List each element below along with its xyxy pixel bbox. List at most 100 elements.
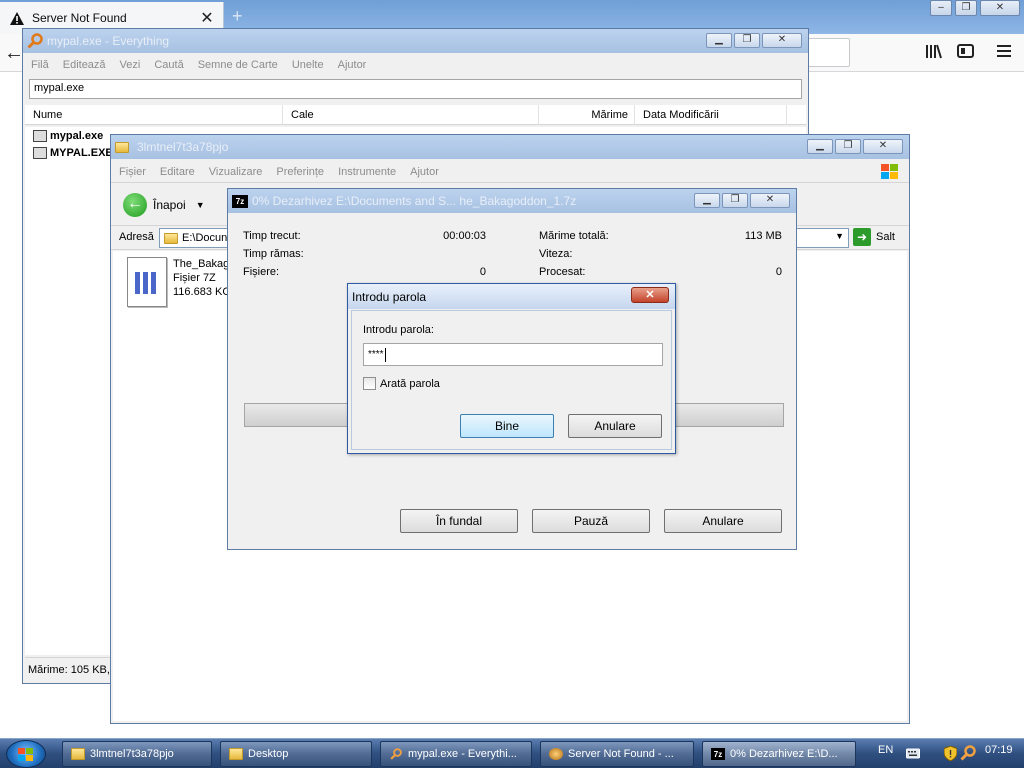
menu-icon[interactable] (997, 44, 1011, 61)
taskbar-item-everything[interactable]: mypal.exe - Everythi... (380, 741, 532, 767)
menu-file[interactable]: Filă (31, 59, 49, 71)
taskbar-item-label: 3lmtnel7t3a78pjo (90, 748, 174, 760)
column-date[interactable]: Data Modificării (635, 105, 787, 125)
browser-maximize-button[interactable]: ❐ (955, 0, 977, 16)
close-button[interactable]: ✕ (631, 287, 669, 303)
taskbar-item-label: mypal.exe - Everythi... (408, 748, 517, 760)
windows-logo-icon (18, 748, 33, 761)
go-button[interactable]: ➜ Salt (853, 228, 895, 246)
browser-tab-title: Server Not Found (32, 11, 127, 25)
explorer-titlebar[interactable]: 3lmtnel7t3a78pjo (111, 135, 909, 159)
cancel-button[interactable]: Anulare (568, 414, 662, 438)
explorer-title: 3lmtnel7t3a78pjo (137, 140, 229, 154)
address-value: E:\Docun (182, 232, 228, 244)
close-tab-icon[interactable]: ✕ (197, 8, 217, 28)
taskbar-item-7zip[interactable]: 7z 0% Dezarhivez E:\D... (702, 741, 856, 767)
processed-value: 0 (775, 266, 782, 278)
dropdown-arrow-icon[interactable]: ▼ (835, 231, 844, 241)
taskbar-item-explorer[interactable]: 3lmtnel7t3a78pjo (62, 741, 212, 767)
cancel-button[interactable]: Anulare (664, 509, 782, 533)
sidebar-icon[interactable] (957, 44, 974, 62)
processed-label: Procesat: (539, 266, 586, 278)
menu-preferences[interactable]: Preferințe (276, 166, 324, 178)
explorer-menubar: Fișier Editare Vizualizare Preferințe In… (111, 161, 909, 183)
file-type: Fișier 7Z (173, 272, 216, 284)
maximize-button[interactable]: ❐ (734, 33, 760, 48)
minimize-button[interactable]: ▁ (807, 139, 833, 154)
menu-view[interactable]: Vizualizare (209, 166, 263, 178)
everything-title: mypal.exe - Everything (47, 34, 170, 48)
column-name[interactable]: Nume (25, 105, 283, 125)
files-value: 0 (479, 266, 486, 278)
menu-edit[interactable]: Editează (63, 59, 106, 71)
menu-tools[interactable]: Instrumente (338, 166, 396, 178)
elapsed-label: Timp trecut: (243, 230, 301, 242)
password-dialog: Introdu parola ✕ Introdu parola: **** Ar… (347, 283, 676, 454)
search-icon[interactable] (960, 745, 976, 761)
remaining-label: Timp rămas: (243, 248, 304, 260)
menu-edit[interactable]: Editare (160, 166, 195, 178)
start-button[interactable] (6, 740, 46, 768)
menu-tools[interactable]: Unelte (292, 59, 324, 71)
taskbar-item-label: Desktop (248, 748, 289, 760)
progress-title: 0% Dezarhivez E:\Documents and S... he_B… (252, 194, 577, 208)
password-input[interactable]: **** (363, 343, 663, 366)
browser-minimize-button[interactable]: – (930, 0, 952, 16)
browser-close-button[interactable]: ✕ (980, 0, 1020, 16)
maximize-button[interactable]: ❐ (835, 139, 861, 154)
exe-icon (33, 129, 47, 142)
password-dialog-titlebar[interactable]: Introdu parola (348, 284, 675, 309)
total-size-label: Mărime totală: (539, 230, 609, 242)
search-input[interactable]: mypal.exe (29, 79, 802, 99)
file-item[interactable]: The_Bakag Fișier 7Z 116.683 KC (127, 257, 230, 307)
close-button[interactable]: ✕ (863, 139, 903, 154)
new-tab-button[interactable]: + (232, 6, 243, 27)
menu-file[interactable]: Fișier (119, 166, 146, 178)
go-label: Salt (876, 231, 895, 243)
security-shield-icon[interactable] (944, 746, 957, 761)
everything-menubar: Filă Editează Vezi Caută Semne de Carte … (23, 55, 808, 75)
minimize-button[interactable]: ▁ (694, 193, 720, 208)
menu-view[interactable]: Vezi (120, 59, 141, 71)
minimize-button[interactable]: ▁ (706, 33, 732, 48)
menu-bookmarks[interactable]: Semne de Carte (198, 59, 278, 71)
file-name: The_Bakag (173, 258, 230, 270)
folder-icon (164, 232, 178, 244)
file-size: 116.683 KC (173, 286, 231, 298)
column-path[interactable]: Cale (283, 105, 539, 125)
password-masked-value: **** (368, 349, 384, 360)
password-label: Introdu parola: (363, 324, 434, 336)
7zip-icon: 7z (711, 748, 725, 760)
clock[interactable]: 07:19 (985, 744, 1013, 756)
column-size[interactable]: Mărime (539, 105, 635, 125)
taskbar-item-desktop[interactable]: Desktop (220, 741, 372, 767)
maximize-button[interactable]: ❐ (722, 193, 748, 208)
show-password-checkbox[interactable] (363, 377, 376, 390)
close-button[interactable]: ✕ (762, 33, 802, 48)
ok-button[interactable]: Bine (460, 414, 554, 438)
folder-icon (71, 748, 85, 760)
language-indicator[interactable]: EN (878, 744, 893, 756)
dropdown-arrow-icon[interactable]: ▼ (196, 200, 205, 210)
menu-help[interactable]: Ajutor (410, 166, 439, 178)
7z-file-icon (127, 257, 167, 307)
elapsed-value: 00:00:03 (443, 230, 486, 242)
background-button[interactable]: În fundal (400, 509, 518, 533)
go-arrow-icon: ➜ (853, 228, 871, 246)
library-icon[interactable] (926, 44, 942, 63)
close-button[interactable]: ✕ (750, 193, 790, 208)
keyboard-icon[interactable] (906, 747, 920, 759)
menu-help[interactable]: Ajutor (338, 59, 367, 71)
everything-titlebar[interactable]: mypal.exe - Everything (23, 29, 808, 53)
back-button[interactable]: ← Înapoi ▼ (123, 193, 205, 217)
files-label: Fișiere: (243, 266, 280, 278)
menu-search[interactable]: Caută (154, 59, 183, 71)
folder-icon (115, 141, 129, 153)
pause-button[interactable]: Pauză (532, 509, 650, 533)
back-button[interactable]: ← (4, 42, 24, 65)
taskbar-item-browser[interactable]: Server Not Found - ... (540, 741, 694, 767)
speed-label: Viteza: (539, 248, 573, 260)
password-dialog-title: Introdu parola (352, 289, 427, 304)
show-password-option[interactable]: Arată parola (363, 377, 440, 390)
taskbar-item-label: Server Not Found - ... (568, 748, 674, 760)
